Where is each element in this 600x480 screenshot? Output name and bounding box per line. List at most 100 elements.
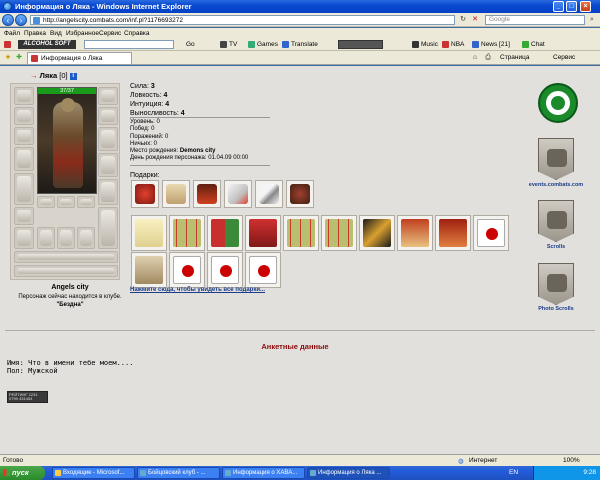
gift-item[interactable] bbox=[207, 215, 243, 251]
taskbar-item[interactable]: Входящие - Microsof... bbox=[52, 467, 135, 479]
gift-item[interactable] bbox=[321, 215, 357, 251]
character-name: Ляка bbox=[39, 71, 58, 80]
menu-view[interactable]: Вид bbox=[50, 30, 62, 37]
ring-slot-2[interactable] bbox=[57, 196, 75, 208]
toolbar-nba[interactable]: NBA bbox=[451, 41, 464, 48]
page-menu[interactable]: Страница bbox=[500, 54, 529, 61]
menu-edit[interactable]: Правка bbox=[24, 30, 46, 37]
extra-slot-5[interactable] bbox=[98, 207, 118, 249]
amulet-slot[interactable] bbox=[14, 127, 34, 145]
close-button[interactable]: × bbox=[580, 1, 591, 12]
minimize-button[interactable]: _ bbox=[553, 1, 564, 12]
bottom-slot[interactable] bbox=[14, 251, 118, 263]
ring-slot-1[interactable] bbox=[37, 196, 55, 208]
club-status: Персонаж сейчас находится в клубе. bbox=[18, 294, 122, 300]
print-icon[interactable]: ⎙ bbox=[483, 53, 493, 63]
location-info: Персонаж сейчас находится в клубе. "Безд… bbox=[5, 293, 135, 309]
scrolls-banner-icon[interactable] bbox=[538, 200, 574, 242]
gift-item[interactable] bbox=[131, 180, 159, 208]
gift-item[interactable] bbox=[283, 215, 319, 251]
gloves-slot[interactable] bbox=[98, 107, 118, 125]
news-icon bbox=[472, 41, 479, 48]
forward-button[interactable]: › bbox=[15, 14, 27, 26]
armor-slot[interactable] bbox=[14, 173, 34, 205]
level-label: Уровень: bbox=[130, 119, 155, 125]
search-input[interactable]: Google bbox=[485, 15, 585, 25]
toolbar-news[interactable]: News [21] bbox=[481, 41, 510, 48]
combats-goat-logo[interactable] bbox=[538, 83, 578, 123]
toolbar-search-input[interactable] bbox=[84, 40, 174, 49]
alcohol-soft-logo[interactable]: ALCOHOL SOFT bbox=[18, 40, 76, 49]
favorites-star-icon[interactable]: ★ bbox=[3, 53, 13, 63]
events-banner-icon[interactable] bbox=[538, 138, 574, 180]
taskbar-item[interactable]: Бойцовский клуб - ... bbox=[137, 467, 220, 479]
earrings-slot[interactable] bbox=[14, 107, 34, 125]
bottom-slot-2[interactable] bbox=[14, 265, 118, 277]
gift-item[interactable] bbox=[207, 252, 243, 288]
refresh-icon[interactable]: ↻ bbox=[458, 15, 468, 25]
belt-slot[interactable] bbox=[14, 207, 34, 225]
tab-current[interactable]: Информация о Ляка bbox=[27, 52, 132, 64]
toolbar-games[interactable]: Games bbox=[257, 41, 278, 48]
go-button[interactable]: Go bbox=[186, 41, 195, 48]
gift-item[interactable] bbox=[169, 252, 205, 288]
toolbar-chat[interactable]: Chat bbox=[531, 41, 545, 48]
menu-tools[interactable]: Сервис bbox=[99, 30, 121, 37]
address-input[interactable]: http://angelscity.combats.com/inf.pl?117… bbox=[30, 15, 455, 25]
gift-item[interactable] bbox=[245, 215, 281, 251]
language-indicator[interactable]: EN bbox=[509, 469, 518, 476]
gift-item[interactable] bbox=[286, 180, 314, 208]
tools-menu[interactable]: Сервис bbox=[553, 54, 575, 61]
photo-scrolls-banner-icon[interactable] bbox=[538, 263, 574, 305]
rating-counter[interactable]: РЕЙТИНГ 1231 0799 431454 bbox=[7, 391, 48, 403]
info-icon[interactable]: i bbox=[69, 72, 77, 80]
gift-item[interactable] bbox=[131, 252, 167, 288]
back-button[interactable]: ‹ bbox=[2, 14, 14, 26]
events-link[interactable]: events.combats.com bbox=[526, 182, 586, 188]
menu-file[interactable]: Файл bbox=[4, 30, 20, 37]
scrolls-link[interactable]: Scrolls bbox=[526, 244, 586, 250]
taskbar-item-active[interactable]: Информация о Ляка ... bbox=[307, 467, 390, 479]
add-favorites-icon[interactable]: ✚ bbox=[14, 53, 24, 63]
stop-icon[interactable]: ✕ bbox=[470, 15, 480, 25]
toolbar-translate[interactable]: Translate bbox=[291, 41, 318, 48]
weapon-slot[interactable] bbox=[14, 147, 34, 171]
bracers-slot[interactable] bbox=[98, 87, 118, 105]
details-block: Уровень: 0 Побед: 0 Поражений: 0 Ничьих:… bbox=[130, 119, 248, 163]
home-icon[interactable]: ⌂ bbox=[470, 53, 480, 63]
gift-item[interactable] bbox=[435, 215, 471, 251]
private-arrow-icon[interactable]: → bbox=[30, 71, 38, 80]
gift-item[interactable] bbox=[131, 215, 167, 251]
leggings-slot[interactable] bbox=[98, 153, 118, 177]
gift-item[interactable] bbox=[255, 180, 283, 208]
zoom-level[interactable]: 100% bbox=[563, 457, 580, 464]
ring-slot-3[interactable] bbox=[77, 196, 95, 208]
start-button[interactable]: пуск bbox=[0, 466, 45, 480]
photo-scrolls-link[interactable]: Photo Scrolls bbox=[526, 306, 586, 312]
radio-widget[interactable] bbox=[338, 40, 383, 49]
taskbar-item[interactable]: Информация о ХАВА... bbox=[222, 467, 305, 479]
gift-item[interactable] bbox=[245, 252, 281, 288]
boots-slot[interactable] bbox=[98, 179, 118, 205]
gift-item[interactable] bbox=[473, 215, 509, 251]
menu-favorites[interactable]: Избранное bbox=[66, 30, 99, 37]
gift-item[interactable] bbox=[169, 215, 205, 251]
shield-slot[interactable] bbox=[98, 127, 118, 151]
gift-item[interactable] bbox=[397, 215, 433, 251]
all-gifts-link[interactable]: Нажмите сюда, чтобы увидеть все подарки.… bbox=[130, 287, 265, 293]
gift-item[interactable] bbox=[224, 180, 252, 208]
extra-slot-1[interactable] bbox=[14, 227, 34, 249]
clock[interactable]: 9:28 bbox=[583, 469, 596, 476]
extra-slot-2[interactable] bbox=[37, 227, 55, 249]
gift-item[interactable] bbox=[162, 180, 190, 208]
toolbar-tv[interactable]: TV bbox=[229, 41, 237, 48]
extra-slot-3[interactable] bbox=[57, 227, 75, 249]
helmet-slot[interactable] bbox=[14, 87, 34, 105]
gift-item[interactable] bbox=[359, 215, 395, 251]
extra-slot-4[interactable] bbox=[77, 227, 95, 249]
toolbar-music[interactable]: Music bbox=[421, 41, 438, 48]
maximize-button[interactable]: □ bbox=[566, 1, 577, 12]
menu-help[interactable]: Справка bbox=[124, 30, 150, 37]
gift-item[interactable] bbox=[193, 180, 221, 208]
search-icon[interactable]: ⌕ bbox=[587, 15, 597, 25]
